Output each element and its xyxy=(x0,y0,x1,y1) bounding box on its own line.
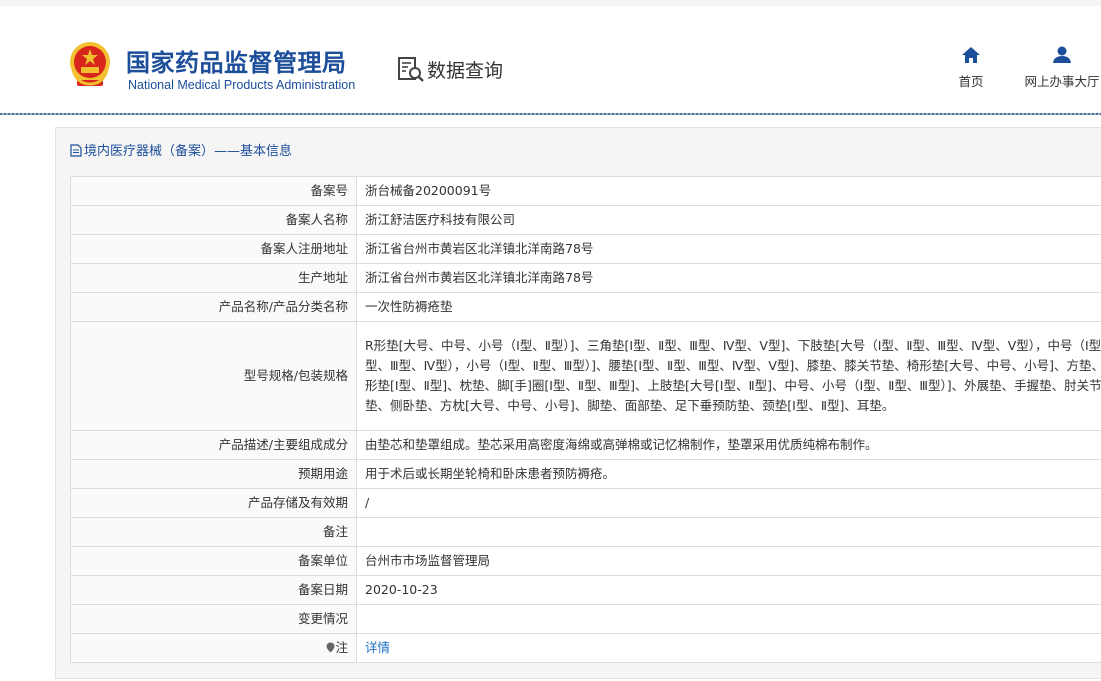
table-row: 变更情况 xyxy=(70,604,1101,634)
table-row: 产品存储及有效期 / xyxy=(70,488,1101,518)
row-label: 备案人注册地址 xyxy=(70,234,357,264)
data-query-icon xyxy=(398,57,424,82)
row-value: R形垫[大号、中号、小号（Ⅰ型、Ⅱ型）]、三角垫[Ⅰ型、Ⅱ型、Ⅲ型、Ⅳ型、Ⅴ型]… xyxy=(356,321,1101,431)
row-label: 备案日期 xyxy=(70,575,357,605)
row-label: 备案号 xyxy=(70,176,357,206)
row-value: 台州市市场监督管理局 xyxy=(356,546,1101,576)
home-icon xyxy=(962,47,980,63)
row-value: 详情 xyxy=(356,633,1101,663)
nav-online-service-hall[interactable]: 网上办事大厅 xyxy=(1020,46,1101,90)
row-value: 浙江省台州市黄岩区北洋镇北洋南路78号 xyxy=(356,263,1101,293)
row-label: 产品存储及有效期 xyxy=(70,488,357,518)
row-label: 备案单位 xyxy=(70,546,357,576)
row-label: 预期用途 xyxy=(70,459,357,489)
table-row: 备案单位 台州市市场监督管理局 xyxy=(70,546,1101,576)
row-value: 一次性防褥疮垫 xyxy=(356,292,1101,322)
panel-title: 境内医疗器械（备案）——基本信息 xyxy=(70,140,292,159)
note-label: 注 xyxy=(335,640,348,655)
nav-home[interactable]: 首页 xyxy=(952,46,990,90)
row-value: 由垫芯和垫罩组成。垫芯采用高密度海绵或高弹棉或记忆棉制作，垫罩采用优质纯棉布制作… xyxy=(356,430,1101,460)
org-name-cn: 国家药品监督管理局 xyxy=(126,49,347,77)
site-header: 国家药品监督管理局 National Medical Products Admi… xyxy=(0,6,1101,114)
row-value: 用于术后或长期坐轮椅和卧床患者预防褥疮。 xyxy=(356,459,1101,489)
table-row: 注 详情 xyxy=(70,633,1101,663)
section-label: 数据查询 xyxy=(427,60,504,82)
row-label: 产品名称/产品分类名称 xyxy=(70,292,357,322)
user-icon xyxy=(1053,46,1071,63)
row-value xyxy=(356,517,1101,547)
table-row: 备案人注册地址 浙江省台州市黄岩区北洋镇北洋南路78号 xyxy=(70,234,1101,264)
row-label: 型号规格/包装规格 xyxy=(70,321,357,431)
row-value xyxy=(356,604,1101,634)
table-row: 预期用途 用于术后或长期坐轮椅和卧床患者预防褥疮。 xyxy=(70,459,1101,489)
table-row: 备案日期 2020-10-23 xyxy=(70,575,1101,605)
table-row: 备案号 浙台械备20200091号 xyxy=(70,176,1101,206)
table-row: 生产地址 浙江省台州市黄岩区北洋镇北洋南路78号 xyxy=(70,263,1101,293)
row-value: 浙江舒洁医疗科技有限公司 xyxy=(356,205,1101,235)
row-label: 产品描述/主要组成成分 xyxy=(70,430,357,460)
row-value: 浙台械备20200091号 xyxy=(356,176,1101,206)
info-table: 备案号 浙台械备20200091号 备案人名称 浙江舒洁医疗科技有限公司 备案人… xyxy=(70,176,1101,663)
table-row: 产品名称/产品分类名称 一次性防褥疮垫 xyxy=(70,292,1101,322)
row-label: 变更情况 xyxy=(70,604,357,634)
basic-info-panel: 境内医疗器械（备案）——基本信息 备案号 浙台械备20200091号 备案人名称… xyxy=(55,127,1101,679)
panel-title-text: 境内医疗器械（备案）——基本信息 xyxy=(84,144,293,159)
org-name-en: National Medical Products Administration xyxy=(128,78,356,92)
nav-home-label: 首页 xyxy=(958,74,984,89)
row-value: 2020-10-23 xyxy=(356,575,1101,605)
nav-hall-label: 网上办事大厅 xyxy=(1024,74,1100,89)
header-divider xyxy=(0,113,1101,115)
row-label: 生产地址 xyxy=(70,263,357,293)
table-row: 产品描述/主要组成成分 由垫芯和垫罩组成。垫芯采用高密度海绵或高弹棉或记忆棉制作… xyxy=(70,430,1101,460)
document-icon xyxy=(70,144,82,157)
row-value: / xyxy=(356,488,1101,518)
row-label: 备案人名称 xyxy=(70,205,357,235)
table-row: 备案人名称 浙江舒洁医疗科技有限公司 xyxy=(70,205,1101,235)
national-emblem-icon xyxy=(70,42,110,86)
row-value: 浙江省台州市黄岩区北洋镇北洋南路78号 xyxy=(356,234,1101,264)
table-row: 备注 xyxy=(70,517,1101,547)
row-label: 备注 xyxy=(70,517,357,547)
table-row: 型号规格/包装规格 R形垫[大号、中号、小号（Ⅰ型、Ⅱ型）]、三角垫[Ⅰ型、Ⅱ型… xyxy=(70,321,1101,431)
row-label-note: 注 xyxy=(70,633,357,663)
details-link[interactable]: 详情 xyxy=(365,640,390,655)
